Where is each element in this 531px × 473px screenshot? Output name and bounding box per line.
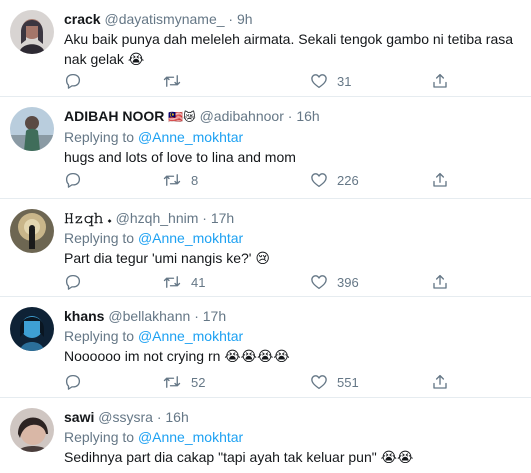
- tweet[interactable]: ADIBAH NOOR 🇲🇾😿 @adibahnoor · 16h Replyi…: [0, 97, 531, 199]
- share-button[interactable]: [431, 372, 449, 392]
- tweet[interactable]: 𝙷𝚣𝚚𝚑 𝆺 @hzqh_hnim · 17h Replying to @Ann…: [0, 199, 531, 297]
- reply-button[interactable]: [64, 372, 91, 392]
- tweet-text: Noooooo im not crying rn 😭😭😭😭: [64, 348, 290, 364]
- retweet-icon: [162, 72, 182, 90]
- tweet[interactable]: khans @bellakhann · 17h Replying to @Ann…: [0, 297, 531, 398]
- display-name[interactable]: khans: [64, 308, 104, 324]
- display-name[interactable]: crack: [64, 11, 101, 27]
- mention-link[interactable]: @Anne_mokhtar: [138, 429, 243, 445]
- like-icon: [310, 171, 328, 189]
- separator-dot: ·: [202, 210, 207, 226]
- tweet[interactable]: crack @dayatismyname_ · 9h Aku baik puny…: [0, 0, 531, 97]
- share-icon: [431, 273, 449, 291]
- tweet-header: ADIBAH NOOR 🇲🇾😿 @adibahnoor · 16h: [64, 107, 523, 127]
- replying-to: Replying to @Anne_mokhtar: [64, 326, 523, 346]
- tweet-feed: crack @dayatismyname_ · 9h Aku baik puny…: [0, 0, 531, 473]
- user-handle[interactable]: @ssysra: [98, 409, 153, 425]
- share-icon: [431, 373, 449, 391]
- reply-icon: [64, 373, 82, 391]
- like-button[interactable]: 226: [310, 170, 359, 190]
- like-icon: [310, 373, 328, 391]
- retweet-icon: [162, 171, 182, 189]
- avatar[interactable]: [10, 307, 54, 351]
- action-bar: 31: [64, 71, 464, 91]
- tweet-text: hugs and lots of love to lina and mom: [64, 149, 296, 165]
- display-name[interactable]: 𝙷𝚣𝚚𝚑 𝆺: [64, 210, 112, 226]
- separator-dot: ·: [228, 11, 234, 27]
- reply-button[interactable]: [64, 272, 91, 292]
- action-bar: 41 396: [64, 272, 464, 292]
- like-icon: [310, 72, 328, 90]
- separator-dot: ·: [287, 108, 293, 124]
- mention-link[interactable]: @Anne_mokhtar: [138, 328, 243, 344]
- share-button[interactable]: [431, 71, 449, 91]
- like-button[interactable]: 551: [310, 372, 359, 392]
- reply-button[interactable]: [64, 170, 91, 190]
- tweet-header: sawi @ssysra · 16h: [64, 408, 523, 427]
- action-bar: 52 551: [64, 372, 464, 392]
- retweet-icon: [162, 273, 182, 291]
- timestamp[interactable]: 17h: [211, 210, 234, 226]
- timestamp[interactable]: 16h: [165, 409, 188, 425]
- share-icon: [431, 171, 449, 189]
- retweet-button[interactable]: [162, 71, 191, 91]
- display-name[interactable]: sawi: [64, 409, 94, 425]
- retweet-button[interactable]: 52: [162, 372, 205, 392]
- reply-icon: [64, 171, 82, 189]
- avatar[interactable]: [10, 10, 54, 54]
- tweet-text: Part dia tegur 'umi nangis ke?' 😢: [64, 250, 270, 266]
- retweet-button[interactable]: 8: [162, 170, 198, 190]
- display-name[interactable]: ADIBAH NOOR: [64, 108, 164, 124]
- retweet-count: 8: [191, 172, 199, 188]
- reply-button[interactable]: [64, 71, 91, 91]
- like-count: 226: [337, 172, 359, 188]
- timestamp[interactable]: 16h: [296, 108, 319, 124]
- timestamp[interactable]: 17h: [203, 308, 226, 324]
- retweet-button[interactable]: 41: [162, 272, 205, 292]
- tweet-header: crack @dayatismyname_ · 9h: [64, 10, 523, 29]
- like-count: 396: [337, 274, 359, 290]
- retweet-icon: [162, 373, 182, 391]
- mention-link[interactable]: @Anne_mokhtar: [138, 230, 243, 246]
- timestamp[interactable]: 9h: [237, 11, 253, 27]
- like-icon: [310, 273, 328, 291]
- separator-dot: ·: [156, 409, 162, 425]
- tweet-header: khans @bellakhann · 17h: [64, 307, 523, 326]
- replying-to: Replying to @Anne_mokhtar: [64, 228, 523, 248]
- replying-to: Replying to @Anne_mokhtar: [64, 427, 523, 447]
- user-handle[interactable]: @bellakhann: [108, 308, 190, 324]
- like-count: 551: [337, 374, 359, 390]
- like-button[interactable]: 396: [310, 272, 359, 292]
- share-button[interactable]: [431, 170, 449, 190]
- share-icon: [431, 72, 449, 90]
- tweet[interactable]: sawi @ssysra · 16h Replying to @Anne_mok…: [0, 398, 531, 473]
- replying-to: Replying to @Anne_mokhtar: [64, 127, 523, 147]
- mention-link[interactable]: @Anne_mokhtar: [138, 129, 243, 145]
- action-bar: 8 226: [64, 170, 464, 190]
- like-count: 31: [337, 73, 352, 89]
- reply-icon: [64, 273, 82, 291]
- replying-label: Replying to: [64, 328, 135, 344]
- name-emoji: 🇲🇾😿: [168, 110, 196, 124]
- separator-dot: ·: [194, 308, 199, 324]
- avatar[interactable]: [10, 209, 54, 253]
- tweet-header: 𝙷𝚣𝚚𝚑 𝆺 @hzqh_hnim · 17h: [64, 209, 523, 228]
- avatar[interactable]: [10, 107, 54, 151]
- replying-label: Replying to: [64, 129, 135, 145]
- retweet-count: 41: [191, 274, 206, 290]
- retweet-count: 52: [191, 374, 206, 390]
- share-button[interactable]: [431, 272, 449, 292]
- tweet-text: Sedihnya part dia cakap "tapi ayah tak k…: [64, 449, 414, 465]
- replying-label: Replying to: [64, 230, 135, 246]
- like-button[interactable]: 31: [310, 71, 351, 91]
- tweet-text: Aku baik punya dah meleleh airmata. Seka…: [64, 31, 514, 67]
- user-handle[interactable]: @dayatismyname_: [104, 11, 224, 27]
- avatar[interactable]: [10, 408, 54, 452]
- replying-label: Replying to: [64, 429, 135, 445]
- user-handle[interactable]: @adibahnoor: [200, 108, 284, 124]
- reply-icon: [64, 72, 82, 90]
- user-handle[interactable]: @hzqh_hnim: [116, 210, 199, 226]
